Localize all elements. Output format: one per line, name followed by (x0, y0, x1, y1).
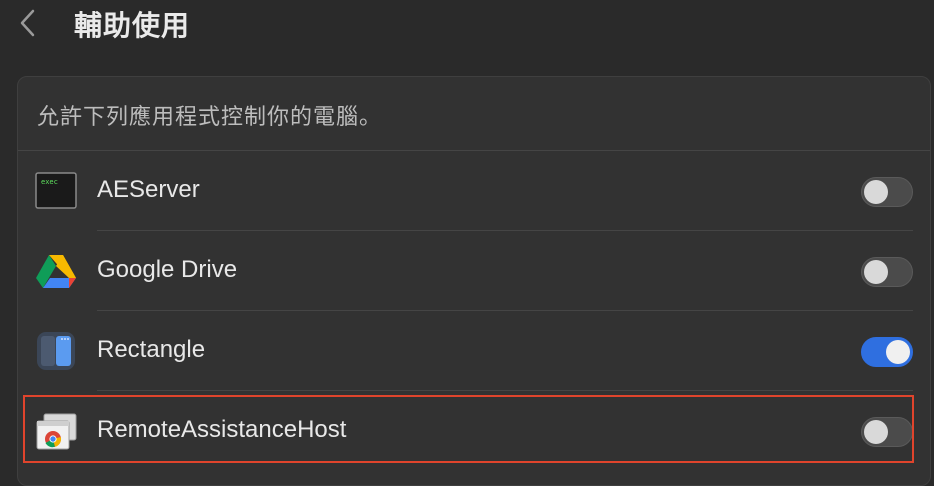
app-row-rectangle: Rectangle (18, 311, 930, 391)
toggle-knob (864, 180, 888, 204)
google-drive-toggle[interactable] (861, 257, 913, 287)
app-name: RemoteAssistanceHost (97, 416, 347, 443)
app-name: Rectangle (97, 336, 206, 363)
remoteassistancehost-toggle[interactable] (861, 417, 913, 447)
back-button[interactable] (14, 6, 42, 40)
app-name: Google Drive (97, 256, 238, 283)
toggle-knob (864, 260, 888, 284)
header: 輔助使用 (0, 0, 934, 52)
chevron-left-icon (20, 9, 35, 37)
toggle-knob (864, 420, 888, 444)
remote-assistance-chrome-icon (35, 411, 77, 451)
exec-icon-text: exec (41, 178, 58, 186)
app-name: AEServer (97, 176, 200, 203)
app-row-google-drive: Google Drive (18, 231, 930, 311)
app-row-aeserver: exec AEServer (18, 151, 930, 231)
panel-description: 允許下列應用程式控制你的電腦。 (37, 105, 383, 130)
toggle-knob (886, 340, 910, 364)
aeserver-toggle[interactable] (861, 177, 913, 207)
page-title: 輔助使用 (74, 9, 191, 42)
accessibility-panel: 允許下列應用程式控制你的電腦。 exec AEServer Google Dri… (17, 76, 931, 486)
google-drive-icon (35, 251, 77, 291)
rectangle-toggle[interactable] (861, 337, 913, 367)
rectangle-app-icon (35, 331, 77, 371)
terminal-exec-icon: exec (35, 171, 77, 211)
app-row-remoteassistancehost: RemoteAssistanceHost (18, 391, 930, 471)
